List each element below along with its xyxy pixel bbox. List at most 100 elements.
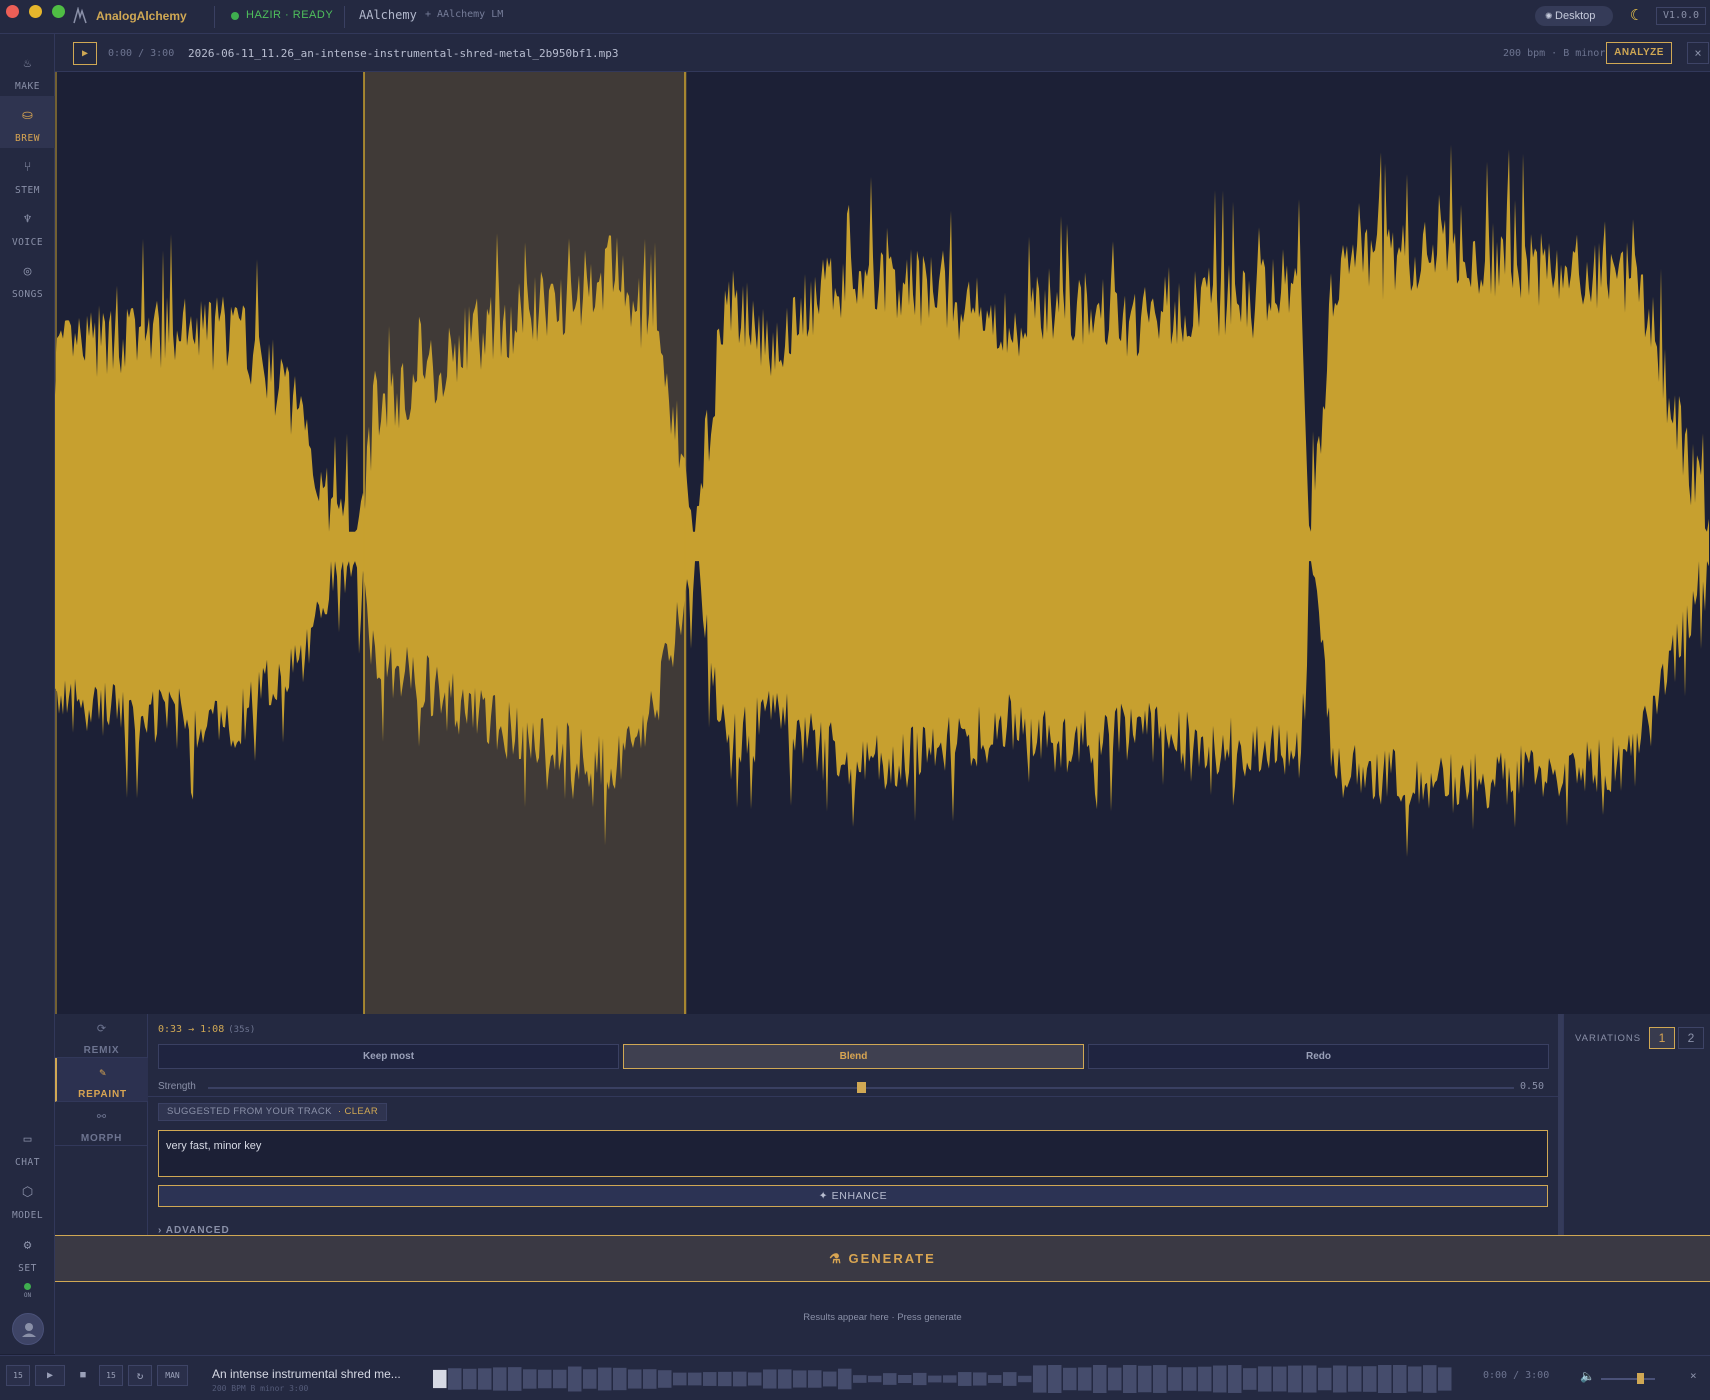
mini-waveform-bar bbox=[538, 1369, 552, 1389]
mini-waveform-bar bbox=[793, 1370, 807, 1388]
option-blend[interactable]: Blend bbox=[623, 1044, 1084, 1069]
mini-waveform-bar bbox=[1318, 1367, 1332, 1391]
brush-icon: ✎ bbox=[99, 1066, 106, 1079]
left-rail: ♨ MAKE ⛀ BREW ⑂ STEM ♆ VOICE ◎ SONGS ▭ C… bbox=[0, 34, 55, 1354]
mini-waveform-bar bbox=[523, 1369, 537, 1389]
moon-icon[interactable]: ☾ bbox=[1630, 6, 1639, 24]
mini-waveform-bar bbox=[1093, 1365, 1107, 1393]
analyze-button[interactable]: ANALYZE bbox=[1606, 42, 1672, 64]
mini-waveform-bar bbox=[628, 1369, 642, 1389]
generate-button[interactable]: ⚗ GENERATE bbox=[55, 1235, 1710, 1282]
manual-mode-button[interactable]: MAN bbox=[157, 1365, 188, 1386]
rail-item-brew[interactable]: ⛀ BREW bbox=[0, 96, 55, 148]
repaint-editor: 0:33 → 1:08 (35s) Keep most Blend Redo St… bbox=[148, 1014, 1558, 1236]
clear-button[interactable]: · CLEAR bbox=[338, 1106, 378, 1117]
mini-waveform-bar bbox=[1213, 1365, 1227, 1393]
range-duration: (35s) bbox=[228, 1025, 256, 1035]
suggested-tag: SUGGESTED FROM YOUR TRACK · CLEAR bbox=[158, 1103, 388, 1121]
mini-waveform-bar bbox=[1018, 1375, 1032, 1383]
mini-waveform-bar bbox=[853, 1375, 867, 1383]
volume-slider[interactable] bbox=[1601, 1378, 1655, 1380]
stop-button[interactable]: ■ bbox=[72, 1365, 94, 1386]
waveform-canvas[interactable] bbox=[55, 72, 1710, 1014]
mini-waveform-bar bbox=[508, 1367, 522, 1391]
rail-item-chat[interactable]: ▭ CHAT bbox=[0, 1120, 55, 1172]
mini-waveform-bar bbox=[583, 1369, 597, 1389]
mini-waveform-bar bbox=[1258, 1366, 1272, 1392]
close-player-button[interactable]: × bbox=[1690, 1369, 1697, 1382]
rail-item-label: BREW bbox=[15, 133, 40, 144]
rail-item-voice[interactable]: ♆ VOICE bbox=[0, 200, 55, 252]
mode-morph[interactable]: ⚯ MORPH bbox=[55, 1102, 148, 1146]
play-button[interactable]: ▶ bbox=[73, 42, 97, 65]
range-text: 0:33 → 1:08 bbox=[158, 1024, 225, 1035]
desktop-toggle-button[interactable]: ✺ Desktop bbox=[1535, 6, 1613, 26]
refresh-icon: ⟳ bbox=[96, 1022, 107, 1035]
mini-waveform-bar bbox=[1423, 1365, 1437, 1393]
strength-slider-knob[interactable] bbox=[857, 1082, 866, 1093]
speaker-icon[interactable]: 🔈 bbox=[1580, 1369, 1595, 1383]
selection-range: 0:33 → 1:08 (35s) bbox=[158, 1024, 255, 1035]
rail-item-label: SONGS bbox=[11, 289, 44, 300]
mini-waveform-bar bbox=[1243, 1368, 1257, 1390]
loop-icon[interactable]: ↻ bbox=[128, 1365, 152, 1386]
breadcrumb-sub[interactable]: + AAlchemy LM bbox=[425, 9, 503, 20]
mode-repaint[interactable]: ✎ REPAINT bbox=[55, 1058, 148, 1102]
divider bbox=[148, 1096, 1558, 1097]
mini-waveform-bar bbox=[1123, 1365, 1137, 1393]
rail-item-set[interactable]: ⚙ SET bbox=[0, 1226, 55, 1278]
now-playing-title: An intense instrumental shred me... bbox=[212, 1367, 401, 1381]
chat-icon: ▭ bbox=[23, 1132, 32, 1147]
close-window-button[interactable] bbox=[6, 5, 19, 18]
mini-waveform-bar bbox=[1348, 1366, 1362, 1392]
rail-item-stem[interactable]: ⑂ STEM bbox=[0, 148, 55, 200]
mini-waveform-bar bbox=[703, 1372, 717, 1386]
mini-waveform-bar bbox=[1273, 1366, 1287, 1392]
logo-icon bbox=[73, 7, 87, 24]
avatar[interactable] bbox=[12, 1313, 44, 1345]
mini-waveform-bar bbox=[988, 1375, 1002, 1383]
mini-waveform-bar bbox=[1228, 1365, 1242, 1393]
breadcrumb-main[interactable]: AAlchemy bbox=[359, 8, 417, 22]
mini-waveform-bar bbox=[1033, 1365, 1047, 1393]
variations-label: VARIATIONS bbox=[1575, 1033, 1642, 1044]
online-label: ON bbox=[23, 1292, 32, 1299]
desktop-label: Desktop bbox=[1555, 10, 1596, 22]
mini-waveform-bar bbox=[478, 1368, 492, 1390]
mini-waveform-bar bbox=[1138, 1365, 1152, 1393]
divider bbox=[344, 6, 345, 28]
minimize-window-button[interactable] bbox=[29, 5, 42, 18]
mini-waveform[interactable] bbox=[433, 1365, 1458, 1393]
strength-label: Strength bbox=[158, 1081, 196, 1092]
rail-item-make[interactable]: ♨ MAKE bbox=[0, 44, 55, 96]
mini-waveform-bar bbox=[898, 1374, 912, 1384]
mini-waveform-bar bbox=[913, 1372, 927, 1386]
rail-item-model[interactable]: ⬡ MODEL bbox=[0, 1173, 55, 1225]
variation-1-button[interactable]: 1 bbox=[1649, 1027, 1675, 1049]
variation-2-button[interactable]: 2 bbox=[1678, 1027, 1704, 1049]
fork-icon: ⑂ bbox=[23, 160, 32, 175]
mini-waveform-bar bbox=[1363, 1366, 1377, 1392]
skip-forward-button[interactable]: 15 bbox=[99, 1365, 123, 1386]
enhance-button[interactable]: ✦ ENHANCE bbox=[158, 1185, 1548, 1207]
mini-waveform-bar bbox=[973, 1372, 987, 1386]
prompt-input[interactable]: very fast, minor key bbox=[158, 1130, 1548, 1177]
skip-back-button[interactable]: 15 bbox=[6, 1365, 30, 1386]
online-dot-icon bbox=[24, 1283, 31, 1290]
volume-knob[interactable] bbox=[1637, 1373, 1644, 1384]
skip-forward-label: 15 bbox=[106, 1371, 116, 1380]
close-file-button[interactable]: × bbox=[1687, 42, 1709, 64]
mode-label: REMIX bbox=[83, 1045, 120, 1056]
waveform-svg[interactable] bbox=[55, 72, 1710, 1014]
option-keep-most[interactable]: Keep most bbox=[158, 1044, 619, 1069]
rail-item-songs[interactable]: ◎ SONGS bbox=[0, 252, 55, 304]
transport-play-button[interactable]: ▶ bbox=[35, 1365, 65, 1386]
mini-waveform-bar bbox=[778, 1369, 792, 1389]
mini-waveform-bar bbox=[1438, 1367, 1452, 1391]
mini-waveform-bar bbox=[808, 1370, 822, 1388]
rail-item-label: SET bbox=[18, 1263, 37, 1274]
option-redo[interactable]: Redo bbox=[1088, 1044, 1549, 1069]
maximize-window-button[interactable] bbox=[52, 5, 65, 18]
mode-remix[interactable]: ⟳ REMIX bbox=[55, 1014, 148, 1058]
mode-label: REPAINT bbox=[78, 1089, 127, 1100]
